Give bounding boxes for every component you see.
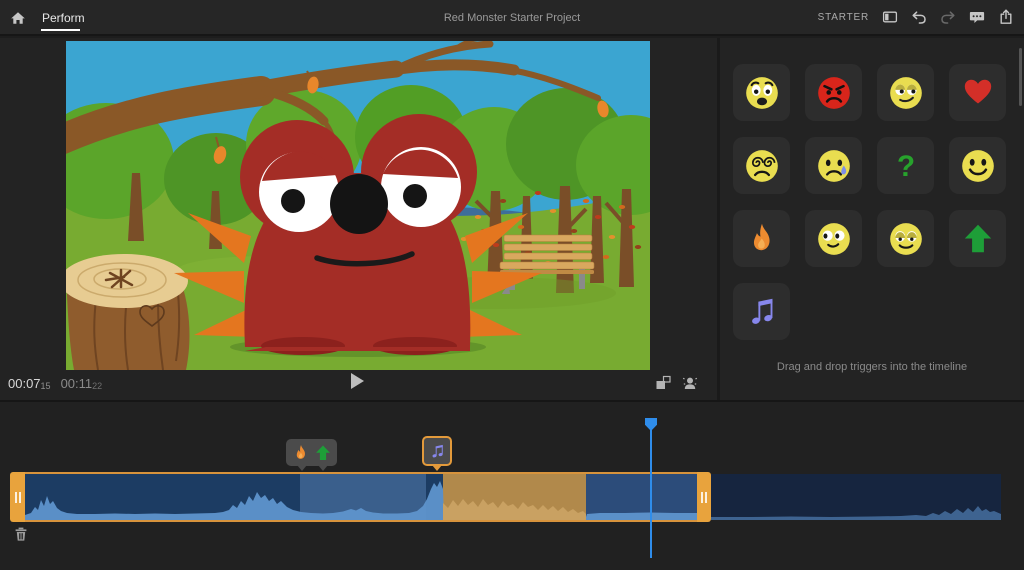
stage-panel: 00:0715 00:1122: [0, 38, 717, 400]
badge-pointer: [318, 465, 328, 471]
trigger-smirk-face[interactable]: [877, 64, 934, 121]
trimmed-audio-tail[interactable]: [711, 474, 1001, 520]
top-bar: Perform Red Monster Starter Project STAR…: [0, 0, 1024, 36]
tree-stump: [66, 254, 189, 370]
trigger-relieved-face[interactable]: [877, 210, 934, 267]
trigger-anxious-face[interactable]: [733, 64, 790, 121]
fire-icon: [291, 443, 311, 463]
plan-badge: STARTER: [818, 12, 869, 23]
undo-icon[interactable]: [911, 9, 927, 25]
audio-clip[interactable]: [10, 472, 711, 522]
trigger-music-note[interactable]: [733, 283, 790, 340]
tab-active-underline: [41, 29, 80, 31]
timecode-total-frames: 22: [92, 381, 102, 391]
timecode-total: 00:11: [61, 376, 93, 391]
playhead-line: [650, 430, 652, 558]
stage-scene: [66, 41, 650, 370]
feedback-icon[interactable]: [969, 9, 985, 25]
timeline-trigger-badge-fire-arrow[interactable]: [286, 439, 337, 466]
scene-view-icon[interactable]: [655, 375, 671, 391]
trigger-angry-face[interactable]: [805, 64, 862, 121]
timecode-current-frames: 15: [41, 381, 51, 391]
timeline-panel: [0, 400, 1024, 570]
trigger-question-mark[interactable]: ?: [877, 137, 934, 194]
home-icon[interactable]: [10, 10, 26, 26]
trigger-heart[interactable]: [949, 64, 1006, 121]
trigger-crying-face[interactable]: [805, 137, 862, 194]
character-animator-window: Perform Red Monster Starter Project STAR…: [0, 0, 1024, 570]
panel-layout-icon[interactable]: [882, 9, 898, 25]
share-icon[interactable]: [998, 9, 1014, 25]
timecode: 00:0715 00:1122: [8, 376, 102, 391]
timeline-trigger-badge-music[interactable]: [422, 436, 452, 466]
project-title: Red Monster Starter Project: [444, 12, 580, 24]
svg-text:?: ?: [896, 150, 914, 183]
music-note-icon: [428, 442, 447, 461]
trigger-side-eye-smile-face[interactable]: [805, 210, 862, 267]
trigger-up-arrow[interactable]: [949, 210, 1006, 267]
tab-perform[interactable]: Perform: [42, 11, 85, 25]
preview-controls: [655, 375, 698, 391]
waveform: [25, 475, 697, 520]
play-button[interactable]: [351, 373, 364, 389]
audio-waveform-region[interactable]: [25, 472, 697, 522]
scene-preview: [66, 41, 650, 370]
triggers-panel: ? Drag and drop triggers into the timeli…: [720, 38, 1024, 400]
trigger-grid: ?: [733, 64, 1006, 340]
badge-pointer: [432, 465, 442, 471]
topbar-actions: STARTER: [818, 0, 1014, 34]
up-arrow-icon: [313, 443, 333, 463]
trigger-fire[interactable]: [733, 210, 790, 267]
panel-scrollbar[interactable]: [1019, 48, 1022, 106]
timecode-current: 00:07: [8, 376, 41, 391]
redo-icon[interactable]: [940, 9, 956, 25]
trigger-smiley-face[interactable]: [949, 137, 1006, 194]
puppet-track-icon[interactable]: [682, 375, 698, 391]
trigger-dizzy-face[interactable]: [733, 137, 790, 194]
triggers-hint: Drag and drop triggers into the timeline: [720, 361, 1024, 373]
clip-trim-handle-right[interactable]: [697, 472, 711, 522]
trash-icon[interactable]: [13, 526, 29, 542]
clip-trim-handle-left[interactable]: [10, 472, 25, 522]
badge-pointer: [297, 465, 307, 471]
